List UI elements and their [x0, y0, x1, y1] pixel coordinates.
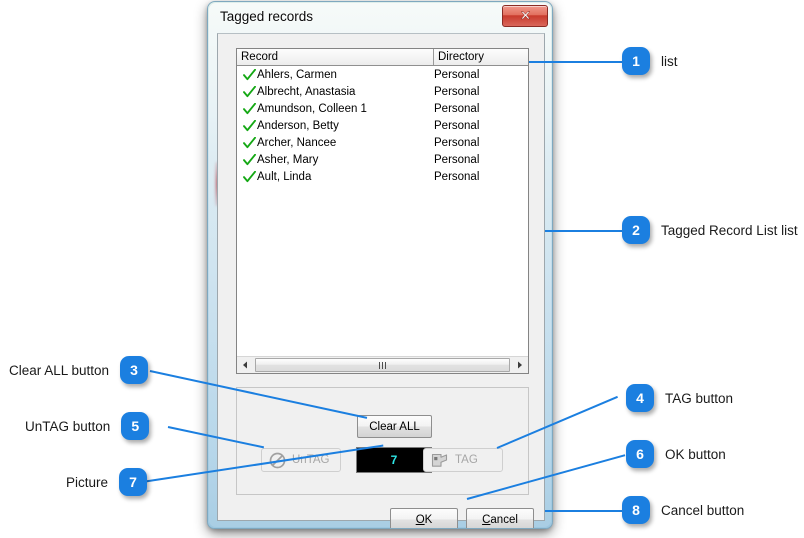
scroll-right-button[interactable]: [511, 357, 528, 373]
leader-line-1: [529, 61, 622, 63]
table-row[interactable]: Archer, Nancee Personal: [237, 134, 528, 151]
callout-6-badge: 6: [626, 440, 654, 468]
row-directory: Personal: [434, 153, 480, 166]
tag-flag-icon: [431, 453, 448, 467]
window-title: Tagged records: [220, 9, 314, 24]
green-check-icon: [242, 136, 256, 148]
green-check-icon: [242, 68, 256, 80]
tag-button[interactable]: TAG: [423, 448, 503, 472]
scroll-left-button[interactable]: [237, 357, 254, 373]
row-record-name: Asher, Mary: [257, 153, 319, 166]
row-record-name: Albrecht, Anastasia: [257, 85, 356, 98]
table-row[interactable]: Anderson, Betty Personal: [237, 117, 528, 134]
callout-7-label: Picture: [66, 474, 109, 490]
row-tag-check[interactable]: [237, 68, 257, 81]
green-check-icon: [242, 102, 256, 114]
clear-all-button[interactable]: Clear ALL: [357, 415, 432, 438]
leader-line-2: [545, 230, 622, 232]
callout-1: 1 list: [622, 47, 678, 75]
arrow-left-icon: [243, 361, 247, 369]
callout-5: UnTAG button 5: [25, 412, 150, 440]
ok-button-label: OK: [415, 513, 433, 526]
row-record-name: Anderson, Betty: [257, 119, 339, 132]
callout-2-label: Tagged Record List list: [661, 222, 798, 238]
callout-1-label: list: [661, 53, 678, 69]
table-row[interactable]: Amundson, Colleen 1 Personal: [237, 100, 528, 117]
scrollbar-thumb[interactable]: [255, 358, 510, 372]
row-directory: Personal: [434, 170, 480, 183]
callout-2-badge: 2: [622, 216, 650, 244]
tag-button-label: TAG: [455, 454, 478, 466]
row-directory: Personal: [434, 68, 480, 81]
callout-6-label: OK button: [665, 446, 726, 462]
leader-line-8: [545, 510, 623, 512]
horizontal-scrollbar[interactable]: [237, 356, 528, 373]
cancel-button[interactable]: Cancel: [466, 508, 534, 528]
list-header-row: Record Directory: [237, 49, 528, 66]
callout-5-badge: 5: [121, 412, 150, 440]
callout-7: Picture 7: [66, 468, 148, 496]
arrow-right-icon: [518, 361, 522, 369]
row-record-name: Ault, Linda: [257, 170, 312, 183]
close-button[interactable]: [502, 5, 548, 27]
callout-7-badge: 7: [119, 468, 148, 496]
green-check-icon: [242, 119, 256, 131]
row-record-name: Archer, Nancee: [257, 136, 337, 149]
cancel-button-label: Cancel: [482, 513, 518, 526]
screenshot-canvas: Tagged records Record Directory Ahlers, …: [0, 0, 804, 538]
row-tag-check[interactable]: [237, 102, 257, 115]
row-tag-check[interactable]: [237, 119, 257, 132]
callout-6: 6 OK button: [626, 440, 726, 468]
row-tag-check[interactable]: [237, 85, 257, 98]
tagged-record-list[interactable]: Record Directory Ahlers, Carmen Personal A…: [236, 48, 529, 374]
callout-4-badge: 4: [626, 384, 654, 412]
callout-8-label: Cancel button: [661, 502, 745, 518]
row-tag-check[interactable]: [237, 170, 257, 183]
green-check-icon: [242, 85, 256, 97]
green-check-icon: [242, 153, 256, 165]
row-tag-check[interactable]: [237, 136, 257, 149]
table-row[interactable]: Albrecht, Anastasia Personal: [237, 83, 528, 100]
callout-8-badge: 8: [622, 496, 650, 524]
row-record-name: Ahlers, Carmen: [257, 68, 337, 81]
row-directory: Personal: [434, 119, 480, 132]
list-rows: Ahlers, Carmen Personal Albrecht, Anastasi…: [237, 66, 528, 355]
row-directory: Personal: [434, 85, 480, 98]
ok-button[interactable]: OK: [390, 508, 458, 528]
table-row[interactable]: Asher, Mary Personal: [237, 151, 528, 168]
callout-8: 8 Cancel button: [622, 496, 744, 524]
callout-3: Clear ALL button 3: [9, 356, 149, 384]
callout-5-label: UnTAG button: [25, 418, 111, 434]
grip-dots-icon: [379, 361, 386, 369]
callout-4-label: TAG button: [665, 390, 734, 406]
table-row[interactable]: Ahlers, Carmen Personal: [237, 66, 528, 83]
column-header-record[interactable]: Record: [237, 49, 434, 65]
close-x-icon: [520, 11, 530, 20]
dialog-client-area: Record Directory Ahlers, Carmen Personal A…: [217, 33, 545, 528]
callout-3-label: Clear ALL button: [9, 362, 110, 378]
row-directory: Personal: [434, 102, 480, 115]
title-bar[interactable]: Tagged records: [208, 2, 552, 33]
row-tag-check[interactable]: [237, 153, 257, 166]
table-row[interactable]: Ault, Linda Personal: [237, 168, 528, 185]
callout-2: 2 Tagged Record List list: [622, 216, 798, 244]
tagged-records-window: Tagged records Record Directory Ahlers, …: [207, 1, 553, 529]
green-check-icon: [242, 170, 256, 182]
tagged-count-display: 7: [356, 447, 432, 473]
callout-1-badge: 1: [622, 47, 650, 75]
column-header-directory[interactable]: Directory: [434, 49, 528, 65]
callout-4: 4 TAG button: [626, 384, 733, 412]
row-record-name: Amundson, Colleen 1: [257, 102, 367, 115]
callout-3-badge: 3: [120, 356, 149, 384]
row-directory: Personal: [434, 136, 480, 149]
tag-actions-group: Clear ALL UnTAG 7 TAG: [236, 387, 529, 495]
